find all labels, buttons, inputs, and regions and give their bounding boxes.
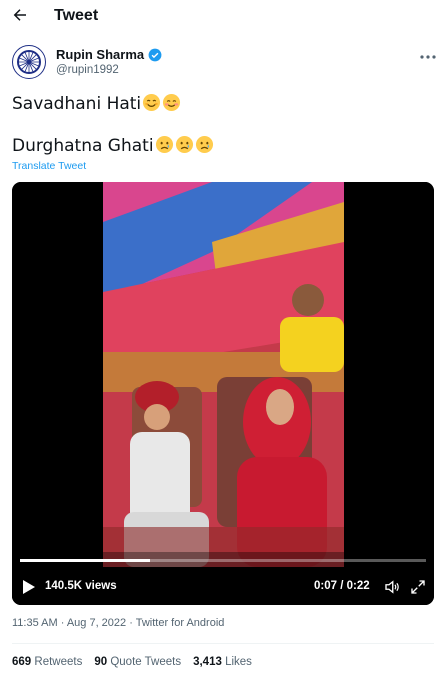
avatar[interactable] — [12, 45, 46, 79]
divider — [12, 643, 434, 644]
verified-badge-icon — [148, 48, 162, 61]
video-progress-fill — [20, 559, 150, 562]
video-player[interactable]: 140.5K views 0:07 / 0:22 — [12, 182, 434, 605]
video-frame — [12, 182, 434, 605]
tweet-timestamp[interactable]: 11:35 AM · Aug 7, 2022 · Twitter for And… — [12, 617, 224, 629]
video-progress-bar[interactable] — [20, 559, 426, 562]
author-name-row[interactable]: Rupin Sharma — [56, 47, 162, 62]
more-options-icon[interactable] — [418, 53, 438, 61]
crying-face-icon — [175, 135, 193, 154]
page-title: Tweet — [54, 7, 99, 24]
top-bar: Tweet — [0, 0, 446, 34]
ashoka-chakra-icon — [17, 50, 41, 74]
video-time: 0:07 / 0:22 — [314, 580, 370, 592]
crying-face-icon — [155, 135, 173, 154]
video-views: 140.5K views — [45, 580, 117, 592]
retweets-count: 669 — [12, 656, 32, 668]
quote-tweets-count: 90 — [94, 656, 108, 668]
tweet-text-1: Savadhani Hati — [12, 94, 142, 114]
retweets-stat[interactable]: 669 Retweets — [12, 656, 82, 668]
likes-label: Likes — [225, 656, 252, 668]
author-handle[interactable]: @rupin1992 — [56, 64, 119, 76]
smiling-blushing-face-icon — [163, 93, 181, 112]
quote-tweets-label: Quote Tweets — [110, 656, 182, 668]
back-arrow-icon[interactable] — [11, 6, 29, 24]
tweet-text-2: Durghatna Ghati — [12, 136, 154, 156]
smiling-face-icon — [143, 93, 161, 112]
tweet-text-line-1: Savadhani Hati — [12, 93, 181, 114]
volume-icon[interactable] — [383, 578, 401, 596]
play-icon[interactable] — [22, 579, 36, 595]
likes-count: 3,413 — [193, 656, 222, 668]
translate-tweet-link[interactable]: Translate Tweet — [12, 160, 86, 172]
engagement-stats: 669 Retweets 90 Quote Tweets 3,413 Likes — [12, 656, 252, 668]
crying-face-icon — [195, 135, 213, 154]
retweets-label: Retweets — [34, 656, 83, 668]
fullscreen-icon[interactable] — [409, 578, 427, 596]
tweet-text-line-2: Durghatna Ghati — [12, 135, 214, 156]
likes-stat[interactable]: 3,413 Likes — [193, 656, 252, 668]
video-controls: 140.5K views 0:07 / 0:22 — [12, 559, 434, 605]
quote-tweets-stat[interactable]: 90 Quote Tweets — [94, 656, 181, 668]
author-name[interactable]: Rupin Sharma — [56, 47, 144, 62]
